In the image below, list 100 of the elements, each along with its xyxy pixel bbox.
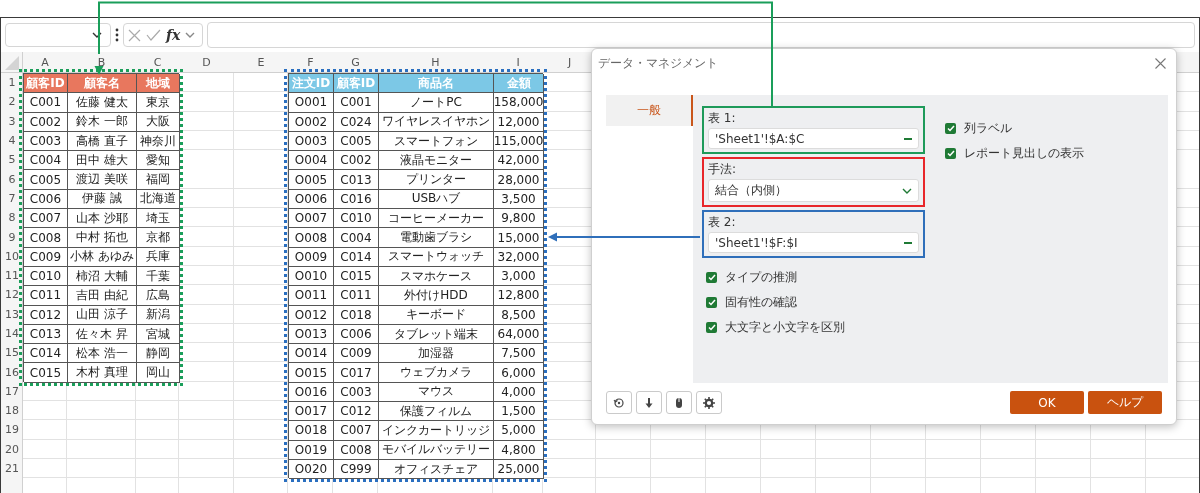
help-button[interactable]: ヘルプ (1088, 391, 1162, 414)
row-header[interactable]: 16 (5, 365, 19, 379)
range-field[interactable]: 'Sheet1'!$F:$I (708, 232, 919, 253)
table-cell: O009 (289, 247, 334, 267)
insert-function-button[interactable]: fx (166, 27, 181, 43)
row-header[interactable]: 19 (5, 423, 19, 437)
row-header[interactable]: 12 (5, 288, 19, 302)
column-header[interactable]: D (202, 56, 211, 69)
reset-button[interactable] (606, 391, 632, 414)
check-icon[interactable] (146, 29, 161, 41)
mouse-icon (673, 396, 685, 409)
row-header[interactable]: 17 (5, 384, 19, 398)
table-cell: C002 (334, 151, 379, 171)
close-icon[interactable] (1155, 57, 1166, 69)
table-cell: C010 (334, 209, 379, 229)
table-cell: 小林 あゆみ (68, 247, 137, 267)
row-header[interactable]: 2 (8, 95, 16, 109)
range-field[interactable]: 'Sheet1'!$A:$C (708, 128, 919, 149)
table-cell: 佐々木 昇 (68, 324, 137, 345)
table-cell: O016 (289, 382, 334, 403)
formula-input[interactable] (207, 22, 1195, 48)
table-cell: 愛知 (137, 151, 180, 171)
tab[interactable]: 一般 (606, 95, 693, 126)
table-cell: C004 (24, 151, 68, 171)
row-header[interactable]: 13 (5, 307, 19, 321)
table-cell: C004 (334, 228, 379, 248)
row-header[interactable]: 14 (5, 327, 19, 340)
table-cell: 山本 沙耶 (68, 209, 137, 229)
ok-button[interactable]: OK (1010, 391, 1084, 414)
table-cell: 115,000 (494, 131, 544, 152)
row-header[interactable]: 4 (8, 134, 16, 148)
table-cell: 宮城 (137, 324, 180, 345)
row-header[interactable]: 8 (8, 211, 16, 225)
table-cell: C009 (24, 247, 68, 267)
table-cell: 高橋 直子 (68, 131, 137, 152)
table-cell: 42,000 (494, 151, 544, 171)
table-cell: 加湿器 (379, 344, 494, 364)
table-cell: 木村 真理 (68, 363, 137, 383)
row-header[interactable]: 6 (8, 172, 16, 186)
table-header-cell: 商品名 (379, 74, 494, 94)
row-header[interactable]: 7 (8, 191, 16, 205)
checkbox[interactable] (706, 296, 717, 308)
table-cell: 中村 拓也 (68, 228, 137, 248)
table-cell: 液晶モニター (379, 151, 494, 171)
row-header[interactable]: 5 (8, 153, 16, 167)
row-header[interactable]: 20 (5, 442, 19, 456)
table-cell: 埼玉 (137, 209, 180, 229)
table-cell: 9,800 (494, 209, 544, 229)
table-cell: 岡山 (137, 363, 180, 383)
more-options-icon[interactable] (115, 28, 119, 42)
checkbox[interactable] (706, 321, 717, 333)
table-cell: O014 (289, 344, 334, 364)
column-header[interactable]: G (351, 56, 360, 69)
table-cell: C011 (24, 286, 68, 306)
checkbox[interactable] (945, 147, 956, 159)
chevron-icon (185, 32, 196, 38)
settings-button[interactable] (696, 391, 722, 414)
table-cell: C018 (334, 305, 379, 325)
table-cell: スマホケース (379, 266, 494, 287)
table-cell: 32,000 (494, 247, 544, 267)
column-header[interactable]: H (431, 56, 440, 69)
row-header[interactable]: 18 (5, 404, 19, 418)
table-cell: 大阪 (137, 112, 180, 132)
row-header[interactable]: 10 (5, 249, 19, 263)
collapse-icon[interactable] (904, 137, 912, 140)
chevron-icon (92, 32, 102, 38)
dialog-title: データ・マネジメント (598, 54, 718, 72)
download-button[interactable] (636, 391, 662, 414)
dropdown[interactable]: 結合（内側） (708, 179, 919, 202)
checkbox[interactable] (945, 122, 956, 134)
row-header[interactable]: 1 (8, 76, 16, 90)
table-cell: 新潟 (137, 305, 180, 325)
column-header[interactable]: F (307, 56, 314, 69)
table-cell: C003 (24, 131, 68, 152)
table-cell: O004 (289, 151, 334, 171)
column-header[interactable]: C (153, 56, 162, 69)
table-cell: 神奈川 (137, 131, 180, 152)
table-cell: 鈴木 一郎 (68, 112, 137, 132)
column-header[interactable]: I (516, 56, 520, 69)
row-header[interactable]: 9 (8, 230, 16, 244)
row-header[interactable]: 15 (5, 346, 19, 360)
table-cell: O018 (289, 421, 334, 441)
table-cell: 25,000 (494, 459, 544, 480)
column-header[interactable]: J (567, 56, 572, 69)
checkbox[interactable] (706, 271, 717, 283)
collapse-icon[interactable] (904, 241, 912, 244)
mouse-button[interactable] (666, 391, 692, 414)
table-cell: C015 (24, 363, 68, 383)
table-cell: 京都 (137, 228, 180, 248)
column-header[interactable]: E (257, 56, 265, 69)
table-cell: 158,000 (494, 93, 544, 113)
row-header[interactable]: 21 (5, 462, 19, 476)
row-header[interactable]: 11 (5, 269, 19, 283)
row-header[interactable]: 3 (8, 114, 16, 128)
table-header-cell: 顧客ID (24, 74, 68, 94)
table-cell: C013 (24, 324, 68, 345)
chevron-icon (902, 187, 912, 194)
column-header[interactable]: B (97, 56, 106, 69)
table-cell: C016 (334, 189, 379, 210)
column-header[interactable]: A (41, 56, 49, 69)
